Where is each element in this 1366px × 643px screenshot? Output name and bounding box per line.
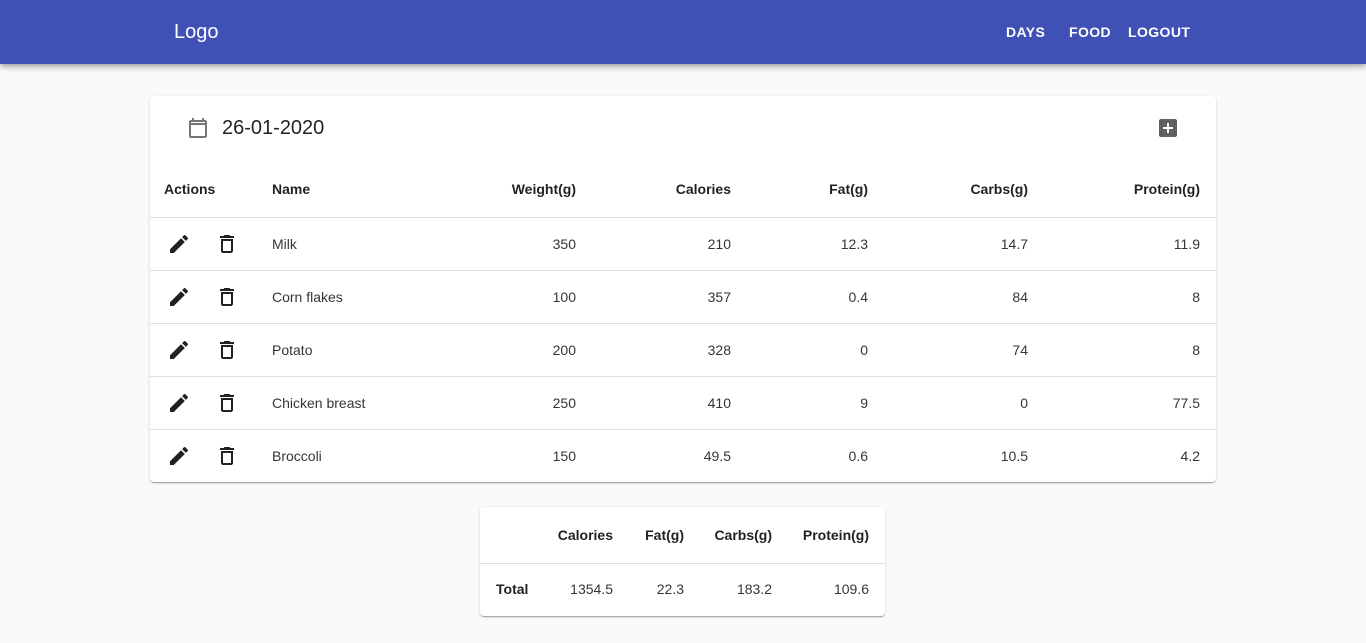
cell-weight: 100	[552, 289, 576, 305]
cell-name: Broccoli	[272, 448, 322, 464]
cell-protein: 8	[1192, 289, 1200, 305]
trash-icon[interactable]	[215, 338, 239, 362]
pencil-icon[interactable]	[167, 285, 191, 309]
totals-carbs: 183.2	[736, 581, 772, 597]
cell-calories: 328	[707, 342, 731, 358]
totals-protein: 109.6	[833, 581, 869, 597]
header-actions: Actions	[164, 181, 216, 197]
cell-protein: 77.5	[1172, 395, 1200, 411]
table-row: Milk 350 210 12.3 14.7 11.9	[150, 218, 1216, 271]
table-row: Chicken breast 250 410 9 0 77.5	[150, 377, 1216, 430]
cell-fat: 0.6	[848, 448, 868, 464]
cell-protein: 8	[1192, 342, 1200, 358]
trash-icon[interactable]	[215, 444, 239, 468]
table-header-row: Actions Name Weight(g) Calories Fat(g) C…	[150, 164, 1216, 218]
add-box-icon[interactable]	[1156, 116, 1180, 140]
totals-calories: 1354.5	[570, 581, 613, 597]
nav-logout-link[interactable]: LOGOUT	[1128, 23, 1190, 41]
cell-carbs: 74	[1012, 342, 1028, 358]
cell-fat: 9	[860, 395, 868, 411]
header-calories[interactable]: Calories	[630, 179, 731, 199]
header-carbs[interactable]: Carbs(g)	[928, 179, 1028, 199]
table-row: Potato 200 328 0 74 8	[150, 324, 1216, 377]
trash-icon[interactable]	[215, 285, 239, 309]
app-bar: Logo DAYS FOOD LOGOUT	[0, 0, 1366, 64]
cell-weight: 200	[552, 342, 576, 358]
cell-fat: 12.3	[840, 236, 868, 252]
totals-fat: 22.3	[656, 581, 684, 597]
cell-calories: 410	[707, 395, 731, 411]
cell-name: Chicken breast	[272, 395, 366, 411]
header-fat[interactable]: Fat(g)	[768, 179, 868, 199]
totals-row: Total 1354.5 22.3 183.2 109.6	[480, 564, 885, 616]
nav-food-link[interactable]: FOOD	[1069, 23, 1111, 41]
cell-carbs: 0	[1020, 395, 1028, 411]
table-row: Broccoli 150 49.5 0.6 10.5 4.2	[150, 430, 1216, 482]
cell-carbs: 10.5	[1000, 448, 1028, 464]
totals-card: Calories Fat(g) Carbs(g) Protein(g) Tota…	[480, 507, 885, 616]
totals-header-carbs: Carbs(g)	[714, 527, 772, 543]
header-protein[interactable]: Protein(g)	[1100, 179, 1200, 199]
cell-weight: 150	[552, 448, 576, 464]
trash-icon[interactable]	[215, 232, 239, 256]
cell-fat: 0	[860, 342, 868, 358]
cell-carbs: 14.7	[1000, 236, 1028, 252]
cell-name: Corn flakes	[272, 289, 343, 305]
cell-protein: 4.2	[1180, 448, 1200, 464]
cell-name: Milk	[272, 236, 297, 252]
trash-icon[interactable]	[215, 391, 239, 415]
cell-protein: 11.9	[1173, 236, 1200, 252]
pencil-icon[interactable]	[167, 391, 191, 415]
table-row: Corn flakes 100 357 0.4 84 8	[150, 271, 1216, 324]
nav-days-link[interactable]: DAYS	[1006, 23, 1045, 41]
totals-header-calories: Calories	[557, 527, 613, 543]
cell-carbs: 84	[1012, 289, 1028, 305]
cell-weight: 250	[552, 395, 576, 411]
cell-name: Potato	[272, 342, 313, 358]
cell-calories: 357	[707, 289, 731, 305]
calendar-icon	[189, 118, 207, 138]
header-name[interactable]: Name	[272, 179, 310, 199]
pencil-icon[interactable]	[167, 444, 191, 468]
totals-header-fat: Fat(g)	[645, 527, 684, 543]
day-card: 26-01-2020 Actions Name Weight(g) Calori…	[150, 96, 1216, 482]
logo[interactable]: Logo	[174, 20, 219, 44]
cell-calories: 49.5	[703, 448, 731, 464]
totals-header-row: Calories Fat(g) Carbs(g) Protein(g)	[480, 507, 885, 564]
pencil-icon[interactable]	[167, 338, 191, 362]
day-date-title: 26-01-2020	[222, 117, 325, 139]
cell-calories: 210	[707, 236, 731, 252]
header-weight[interactable]: Weight(g)	[476, 179, 576, 199]
cell-fat: 0.4	[848, 289, 868, 305]
pencil-icon[interactable]	[167, 232, 191, 256]
cell-weight: 350	[552, 236, 576, 252]
totals-header-protein: Protein(g)	[802, 527, 869, 543]
